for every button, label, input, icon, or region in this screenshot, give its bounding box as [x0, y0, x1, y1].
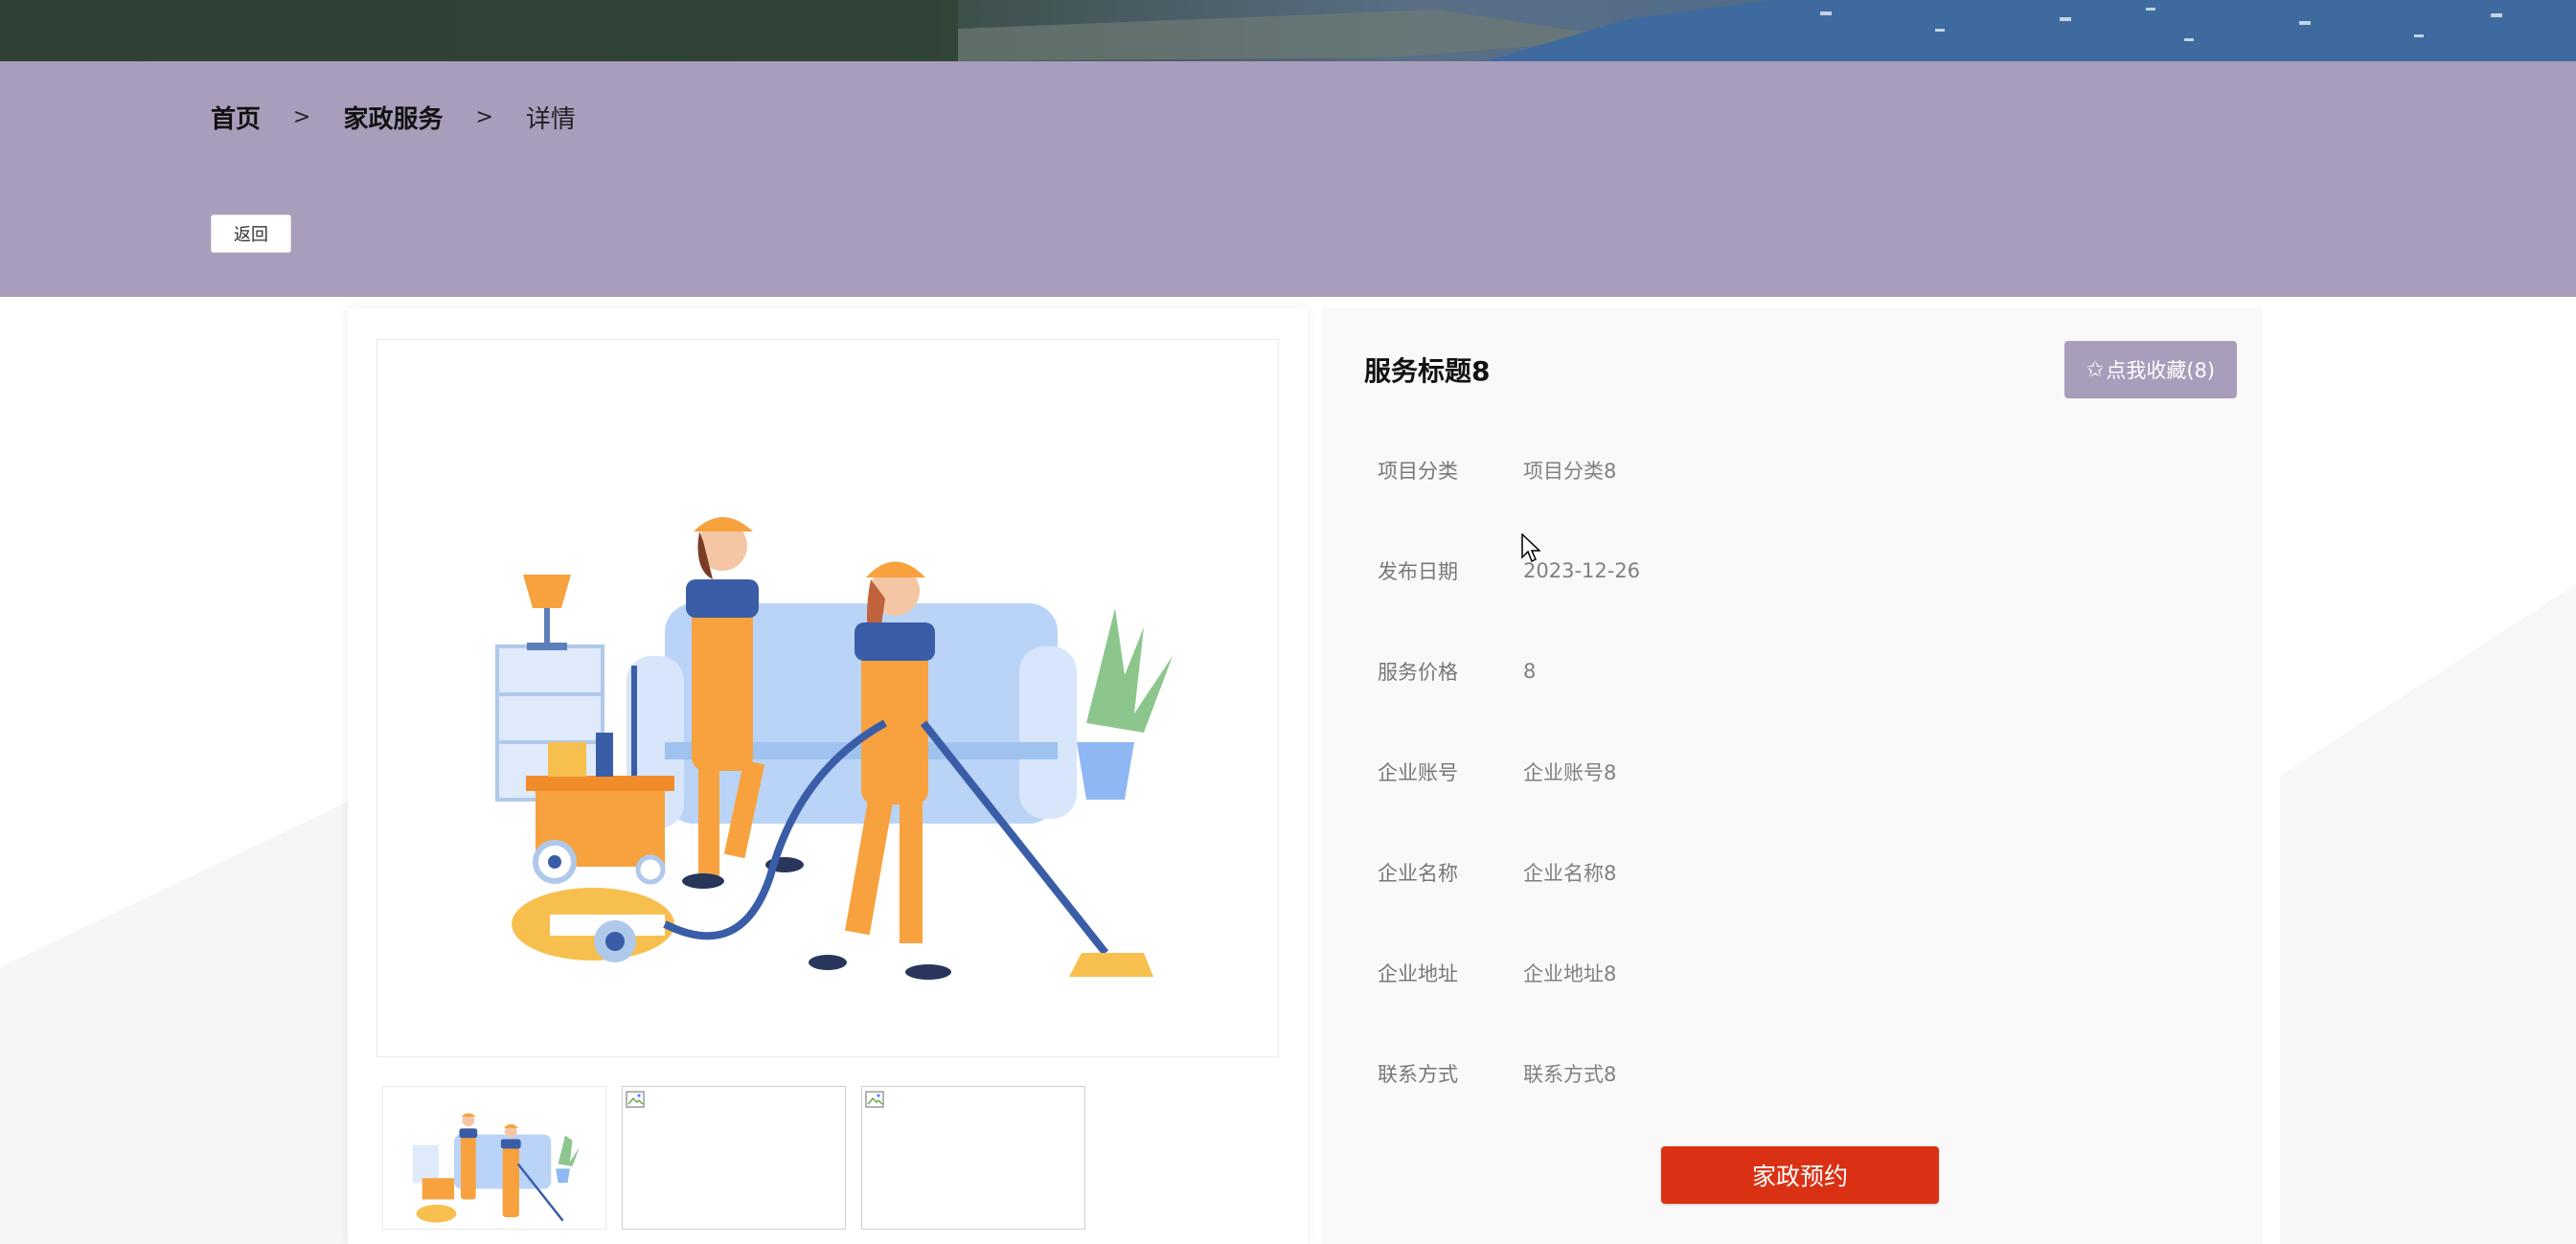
info-row-company-name: 企业名称 企业名称8 — [1378, 853, 1616, 892]
top-banner-image — [0, 0, 2576, 61]
header-band — [0, 61, 2576, 297]
info-row-contact: 联系方式 联系方式8 — [1378, 1054, 1616, 1093]
info-label: 企业账号 — [1378, 761, 1458, 784]
info-row-company-address: 企业地址 企业地址8 — [1378, 954, 1616, 992]
mouse-cursor-icon — [1521, 533, 1540, 563]
breadcrumb-home[interactable]: 首页 — [211, 100, 261, 135]
info-value: 企业地址8 — [1523, 962, 1617, 985]
info-value: 联系方式8 — [1523, 1063, 1617, 1086]
info-row-company-account: 企业账号 企业账号8 — [1378, 753, 1616, 791]
broken-image-icon — [865, 1091, 884, 1108]
info-label: 服务价格 — [1378, 661, 1458, 684]
info-value: 2023-12-26 — [1523, 559, 1641, 582]
main-service-image[interactable] — [376, 339, 1279, 1057]
info-value: 企业名称8 — [1523, 862, 1617, 885]
cleaning-illustration — [495, 517, 1173, 980]
info-value: 项目分类8 — [1523, 460, 1617, 483]
breadcrumb-separator: > — [475, 104, 493, 129]
cleaning-illustration-thumbnail — [412, 1113, 580, 1223]
info-row-publish-date: 发布日期 2023-12-26 — [1378, 552, 1640, 590]
info-label: 企业名称 — [1378, 862, 1458, 885]
thumbnail-1[interactable] — [382, 1086, 606, 1230]
info-label: 联系方式 — [1378, 1063, 1458, 1086]
info-value: 企业账号8 — [1523, 761, 1617, 784]
breadcrumb-current: 详情 — [525, 104, 576, 134]
breadcrumb: 首页 > 家政服务 > 详情 — [211, 100, 576, 134]
broken-image-icon — [626, 1091, 645, 1108]
image-gallery-card — [348, 308, 1308, 1244]
breadcrumb-section[interactable]: 家政服务 — [343, 100, 443, 135]
book-service-button[interactable]: 家政预约 — [1661, 1146, 1939, 1204]
breadcrumb-separator: > — [293, 104, 311, 129]
favorite-button-label: 点我收藏(8) — [2106, 359, 2216, 382]
info-row-category: 项目分类 项目分类8 — [1378, 451, 1616, 489]
service-info-card: 服务标题8 ✩ 点我收藏(8) 项目分类 项目分类8 发布日期 2023-12-… — [1322, 308, 2263, 1244]
info-row-price: 服务价格 8 — [1378, 652, 1536, 690]
thumbnail-2[interactable] — [622, 1086, 846, 1230]
back-button[interactable]: 返回 — [211, 215, 291, 253]
info-value: 8 — [1523, 660, 1537, 683]
info-label: 项目分类 — [1378, 460, 1458, 483]
info-label: 发布日期 — [1378, 560, 1458, 583]
thumbnail-3[interactable] — [861, 1086, 1085, 1230]
info-label: 企业地址 — [1378, 962, 1458, 985]
favorite-button[interactable]: ✩ 点我收藏(8) — [2064, 341, 2237, 398]
service-title: 服务标题8 — [1364, 355, 1491, 387]
star-icon: ✩ — [2086, 357, 2105, 382]
